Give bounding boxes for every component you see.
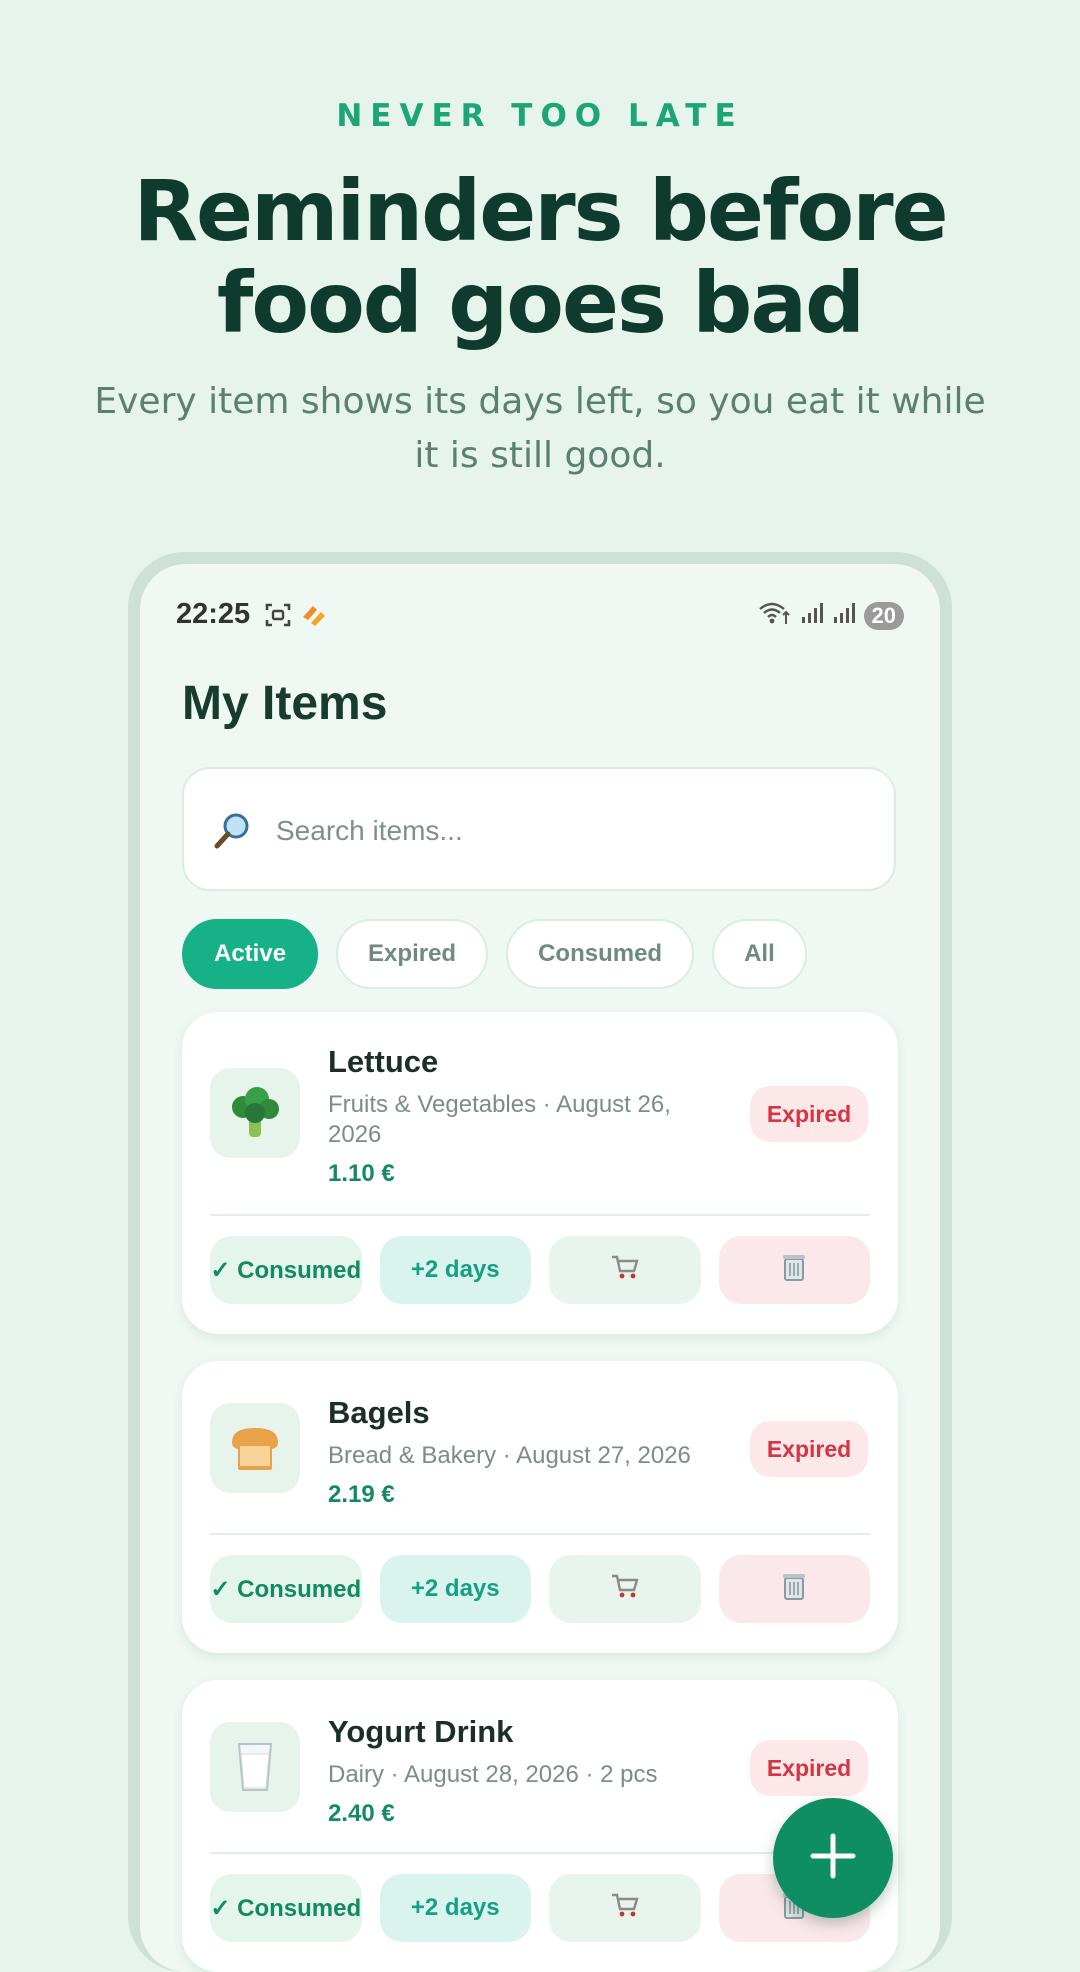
app-notification-icon bbox=[300, 601, 328, 634]
phone-screen: 22:25 20 My Items Search items... Active… bbox=[140, 564, 940, 1972]
item-actions: ✓ Consumed +2 days bbox=[210, 1236, 870, 1304]
extend-2-days-button[interactable]: +2 days bbox=[379, 1236, 531, 1304]
mark-consumed-button[interactable]: ✓ Consumed bbox=[210, 1874, 362, 1942]
search-bar[interactable] bbox=[182, 767, 896, 891]
status-badge: Expired bbox=[750, 1740, 868, 1796]
item-card-lettuce[interactable]: Lettuce Fruits & Vegetables · August 26,… bbox=[182, 1012, 898, 1334]
card-divider bbox=[210, 1214, 870, 1216]
screenshot-icon bbox=[264, 601, 292, 634]
delete-button[interactable] bbox=[718, 1236, 870, 1304]
promo-kicker: NEVER TOO LATE bbox=[336, 98, 744, 134]
search-icon bbox=[212, 811, 252, 856]
item-actions: ✓ Consumed +2 days bbox=[210, 1555, 870, 1623]
signal-icon-1 bbox=[800, 601, 824, 630]
add-to-cart-button[interactable] bbox=[549, 1874, 701, 1942]
add-to-cart-button[interactable] bbox=[549, 1555, 701, 1623]
add-to-cart-button[interactable] bbox=[549, 1236, 701, 1304]
bread-icon bbox=[210, 1403, 300, 1493]
item-meta: Fruits & Vegetables · August 26, 2026 bbox=[328, 1091, 671, 1148]
status-right: 20 bbox=[758, 600, 904, 631]
signal-icon-2 bbox=[832, 601, 856, 630]
extend-2-days-button[interactable]: +2 days bbox=[379, 1874, 531, 1942]
glass-icon bbox=[210, 1722, 300, 1812]
broccoli-icon bbox=[210, 1068, 300, 1158]
delete-button[interactable] bbox=[718, 1555, 870, 1623]
item-price: 2.40 € bbox=[328, 1800, 395, 1827]
item-price: 2.19 € bbox=[328, 1481, 395, 1508]
headline-line-1: Reminders before bbox=[133, 162, 948, 260]
card-divider bbox=[210, 1852, 870, 1854]
add-item-button[interactable] bbox=[773, 1798, 893, 1918]
trash-icon bbox=[782, 1571, 806, 1608]
cart-icon bbox=[610, 1573, 640, 1606]
phone-frame: 22:25 20 My Items Search items... Active… bbox=[128, 552, 952, 1972]
trash-icon bbox=[782, 1252, 806, 1289]
mark-consumed-button[interactable]: ✓ Consumed bbox=[210, 1555, 362, 1623]
wifi-icon bbox=[758, 600, 792, 631]
item-price: 1.10 € bbox=[328, 1160, 395, 1187]
plus-icon bbox=[809, 1832, 857, 1885]
extend-2-days-button[interactable]: +2 days bbox=[379, 1555, 531, 1623]
mark-consumed-button[interactable]: ✓ Consumed bbox=[210, 1236, 362, 1304]
headline-line-2: food goes bad bbox=[216, 254, 865, 352]
tab-all[interactable]: All bbox=[712, 919, 807, 989]
search-input[interactable] bbox=[274, 805, 858, 857]
tab-expired[interactable]: Expired bbox=[336, 919, 489, 989]
cart-icon bbox=[610, 1254, 640, 1287]
status-badge: Expired bbox=[750, 1421, 868, 1477]
promo-headline: Reminders before food goes bad bbox=[0, 165, 1080, 349]
item-name: Yogurt Drink bbox=[328, 1714, 514, 1749]
page-title: My Items bbox=[182, 677, 388, 730]
tab-active[interactable]: Active bbox=[182, 919, 319, 989]
status-badge: Expired bbox=[750, 1086, 868, 1142]
item-meta: Bread & Bakery · August 27, 2026 bbox=[328, 1442, 691, 1469]
card-divider bbox=[210, 1533, 870, 1535]
item-card-bagels[interactable]: Bagels Bread & Bakery · August 27, 2026 … bbox=[182, 1361, 898, 1653]
filter-tabs: Active Expired Consumed All bbox=[182, 919, 807, 989]
item-name: Lettuce bbox=[328, 1044, 439, 1079]
promo-subline: Every item shows its days left, so you e… bbox=[94, 381, 986, 476]
item-name: Bagels bbox=[328, 1395, 430, 1430]
item-meta: Dairy · August 28, 2026 · 2 pcs bbox=[328, 1761, 658, 1788]
item-actions: ✓ Consumed +2 days bbox=[210, 1874, 870, 1942]
status-bar: 22:25 20 bbox=[176, 598, 904, 638]
battery-indicator: 20 bbox=[863, 601, 904, 630]
status-time: 22:25 bbox=[176, 598, 251, 630]
tab-consumed[interactable]: Consumed bbox=[506, 919, 695, 989]
